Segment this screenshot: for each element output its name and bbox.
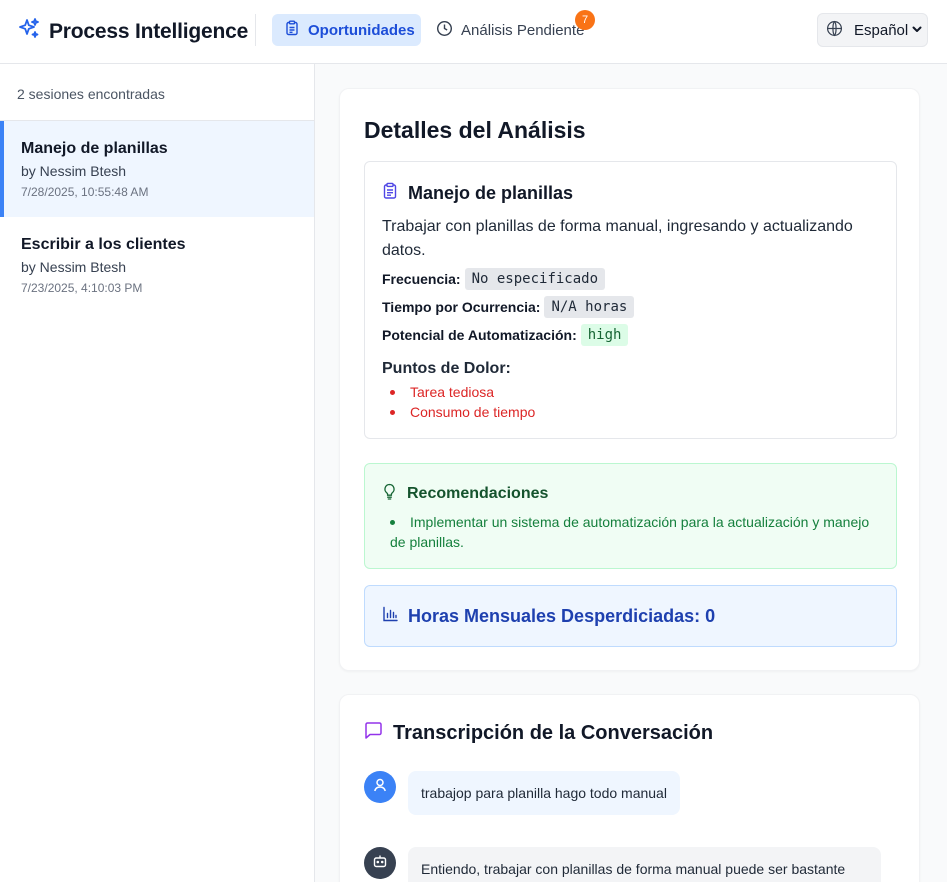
- header-divider: [255, 14, 256, 46]
- transcript-card: Transcripción de la Conversación trabajo…: [339, 694, 920, 882]
- language-selector[interactable]: Español: [817, 13, 928, 47]
- globe-icon: [826, 20, 854, 41]
- nav-tab-pending-label: Análisis Pendiente: [461, 21, 585, 39]
- sessions-list: Manejo de planillas by Nessim Btesh 7/28…: [0, 120, 314, 313]
- chevron-down-icon: [908, 22, 923, 39]
- session-date: 7/28/2025, 10:55:48 AM: [21, 185, 149, 199]
- avatar: [364, 771, 396, 803]
- recommendation-item: Implementar un sistema de automatización…: [390, 512, 880, 552]
- wasted-hours-box: Horas Mensuales Desperdiciadas: 0: [364, 585, 897, 647]
- sessions-sidebar: 2 sesiones encontradas Manejo de planill…: [0, 64, 315, 882]
- opportunity-header: Manejo de planillas: [382, 182, 573, 204]
- frequency-field: Frecuencia: No especificado: [382, 268, 606, 290]
- language-label: Español: [854, 21, 909, 39]
- frequency-value: No especificado: [464, 268, 606, 290]
- sessions-count: 2 sesiones encontradas: [17, 86, 165, 102]
- top-header: Process Intelligence Oportunidades Análi…: [0, 0, 947, 64]
- opportunity-title: Manejo de planillas: [408, 182, 574, 203]
- transcript-title: Transcripción de la Conversación: [393, 721, 714, 744]
- nav-tab-opportunities-label: Oportunidades: [308, 21, 415, 39]
- bar-chart-icon: [382, 606, 408, 627]
- session-author: by Nessim Btesh: [21, 163, 127, 179]
- session-item[interactable]: Escribir a los clientes by Nessim Btesh …: [0, 217, 314, 313]
- main-content: Detalles del Análisis Manejo de planilla…: [315, 64, 947, 882]
- automation-field: Potencial de Automatización: high: [382, 324, 629, 346]
- avatar: [364, 847, 396, 879]
- recommendations-title: Recomendaciones: [407, 485, 549, 502]
- session-item[interactable]: Manejo de planillas by Nessim Btesh 7/28…: [0, 121, 314, 217]
- clipboard-icon: [382, 182, 408, 204]
- transcript-header: Transcripción de la Conversación: [364, 721, 713, 745]
- clipboard-icon: [284, 20, 308, 40]
- automation-label: Potencial de Automatización:: [382, 327, 577, 343]
- recommendations-list: Implementar un sistema de automatización…: [390, 512, 880, 552]
- pain-points-list: Tarea tediosa Consumo de tiempo: [382, 382, 535, 422]
- nav-tab-opportunities[interactable]: Oportunidades: [272, 14, 421, 46]
- pending-count-badge: 7: [575, 10, 595, 30]
- analysis-details-title: Detalles del Análisis: [364, 117, 586, 143]
- analysis-details-card: Detalles del Análisis Manejo de planilla…: [339, 88, 920, 671]
- time-value: N/A horas: [544, 296, 635, 318]
- message-bubble-assistant: Entiendo, trabajar con planillas de form…: [408, 847, 881, 882]
- session-title: Manejo de planillas: [21, 140, 168, 157]
- nav-tab-pending-analysis[interactable]: Análisis Pendiente: [436, 14, 584, 46]
- lightbulb-icon: [382, 483, 407, 505]
- pain-point: Consumo de tiempo: [382, 402, 535, 422]
- pain-points-title: Puntos de Dolor:: [382, 360, 511, 377]
- bot-icon: [372, 853, 388, 874]
- session-author: by Nessim Btesh: [21, 259, 127, 275]
- time-field: Tiempo por Ocurrencia: N/A horas: [382, 296, 635, 318]
- recommendations-header: Recomendaciones: [382, 483, 548, 505]
- brand-title: Process Intelligence: [49, 19, 249, 43]
- message-square-icon: [364, 721, 393, 745]
- sparkles-icon: [17, 17, 41, 46]
- automation-value: high: [580, 324, 629, 346]
- brand[interactable]: Process Intelligence: [17, 17, 248, 46]
- session-date: 7/23/2025, 4:10:03 PM: [21, 281, 143, 295]
- clock-icon: [436, 20, 461, 41]
- recommendations-box: Recomendaciones Implementar un sistema d…: [364, 463, 897, 569]
- user-icon: [372, 777, 388, 798]
- pain-point: Tarea tediosa: [382, 382, 535, 402]
- frequency-label: Frecuencia:: [382, 271, 461, 287]
- session-title: Escribir a los clientes: [21, 236, 186, 253]
- time-label: Tiempo por Ocurrencia:: [382, 299, 541, 315]
- opportunity-description: Trabajar con planillas de forma manual, …: [382, 218, 853, 259]
- opportunity-box: Manejo de planillas Trabajar con planill…: [364, 161, 897, 439]
- wasted-hours-text: Horas Mensuales Desperdiciadas: 0: [408, 605, 716, 626]
- message-bubble-user: trabajop para planilla hago todo manual: [408, 771, 680, 815]
